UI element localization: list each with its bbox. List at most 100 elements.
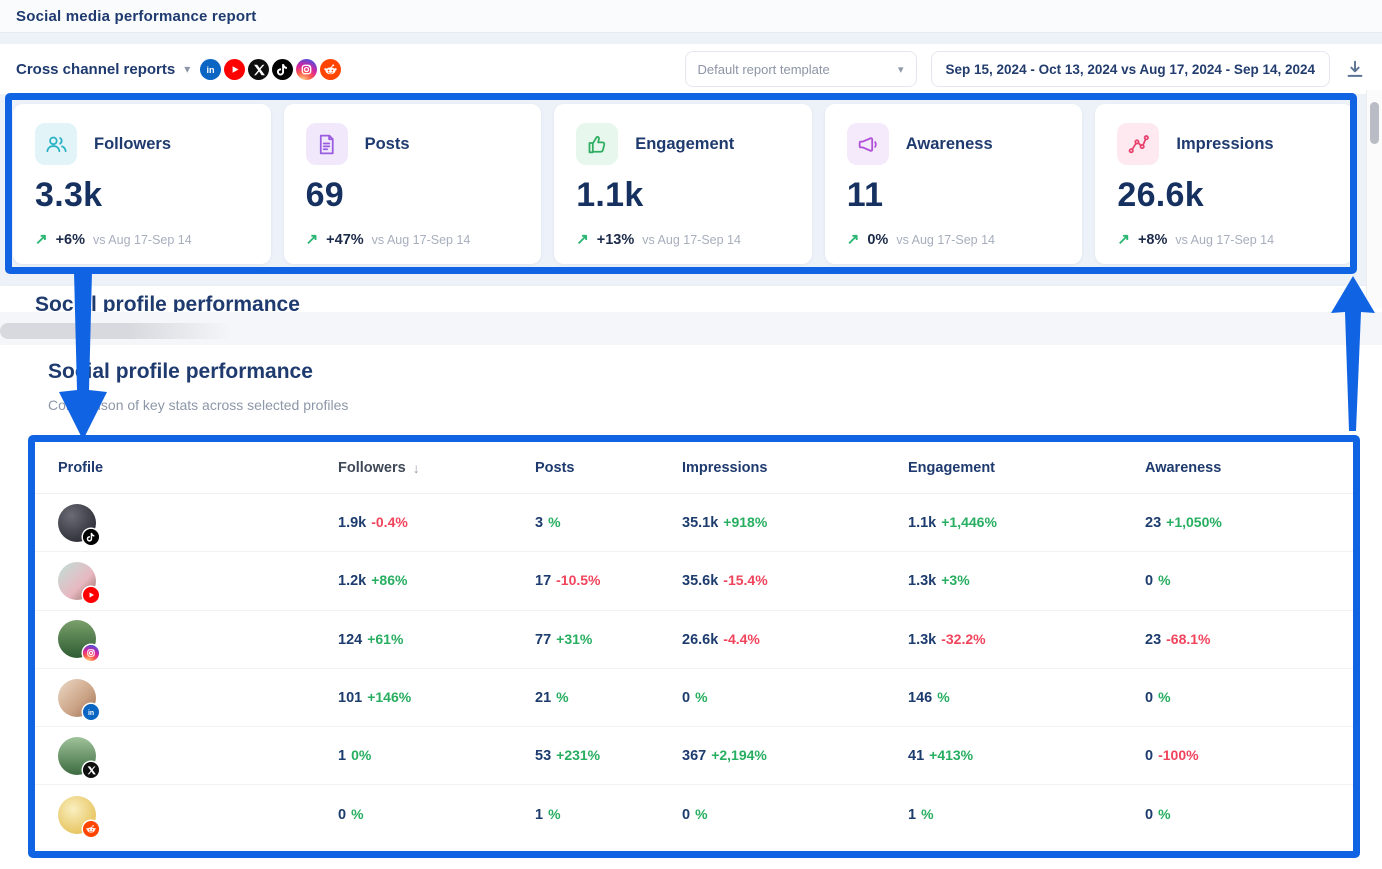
profile-avatar-x[interactable]	[58, 737, 96, 775]
profile-avatar-instagram[interactable]	[58, 620, 96, 658]
table-row-linkedin[interactable]: in101+146%21%0%146%0%	[35, 669, 1353, 727]
x-icon[interactable]	[248, 59, 269, 80]
table-body: 1.9k-0.4%3%35.1k+918%1.1k+1,446%23+1,050…	[35, 494, 1353, 844]
profile-avatar-reddit[interactable]	[58, 796, 96, 834]
section-heading: Social profile performance	[48, 360, 313, 384]
kpi-value: 1.1k	[576, 176, 790, 215]
reddit-icon	[83, 821, 99, 837]
table-row-tiktok[interactable]: 1.9k-0.4%3%35.1k+918%1.1k+1,446%23+1,050…	[35, 494, 1353, 552]
kpi-value: 11	[847, 176, 1061, 215]
metric-change: %	[695, 806, 707, 822]
top-title-bar: Social media performance report	[0, 0, 1382, 33]
table-header-row: ProfileFollowers↓PostsImpressionsEngagem…	[35, 442, 1353, 494]
metric-change: +146%	[367, 689, 411, 705]
metric-value: 0	[338, 807, 346, 823]
download-button[interactable]	[1344, 58, 1366, 80]
social-profile-performance-section: Social profile performance Comparison of…	[0, 345, 1382, 869]
download-icon	[1344, 58, 1366, 80]
metric-change: -10.5%	[556, 572, 600, 588]
chevron-down-icon[interactable]: ▾	[184, 62, 190, 76]
table-row-x[interactable]: 10%53+231%367+2,194%41+413%0-100%	[35, 727, 1353, 785]
report-template-value: Default report template	[698, 62, 830, 77]
metric-value: 0	[1145, 690, 1153, 706]
section-subtitle: Comparison of key stats across selected …	[48, 397, 348, 413]
metric-change: +413%	[929, 747, 973, 763]
table-row-reddit[interactable]: 0%1%0%1%0%	[35, 785, 1353, 843]
column-header-profile[interactable]: Profile	[58, 460, 338, 476]
reddit-icon[interactable]	[320, 59, 341, 80]
metric-value: 21	[535, 690, 551, 706]
metric-value: 0	[1145, 807, 1153, 823]
metric-change: +1,050%	[1166, 514, 1222, 530]
kpi-card-awareness[interactable]: Awareness 11 ↗ 0% vs Aug 17-Sep 14	[825, 104, 1083, 264]
metric-value: 1.1k	[908, 515, 936, 531]
youtube-icon[interactable]	[224, 59, 245, 80]
column-header-posts[interactable]: Posts	[535, 460, 682, 476]
profile-avatar-linkedin[interactable]: in	[58, 679, 96, 717]
metric-change: -100%	[1158, 747, 1198, 763]
metric-value: 41	[908, 748, 924, 764]
scrollbar-thumb[interactable]	[1370, 102, 1379, 144]
trend-up-arrow-icon: ↗	[847, 230, 860, 248]
metric-change: -32.2%	[941, 631, 985, 647]
metric-value: 0	[1145, 573, 1153, 589]
column-header-engagement[interactable]: Engagement	[908, 460, 1145, 476]
sort-descending-icon: ↓	[413, 460, 420, 476]
trend-up-arrow-icon: ↗	[35, 230, 48, 248]
svg-text:in: in	[88, 709, 94, 716]
svg-text:in: in	[207, 65, 215, 75]
metric-change: +918%	[723, 514, 767, 530]
metric-value: 17	[535, 573, 551, 589]
profile-avatar-youtube[interactable]	[58, 562, 96, 600]
metric-change: %	[548, 514, 560, 530]
kpi-card-impressions[interactable]: Impressions 26.6k ↗ +8% vs Aug 17-Sep 14	[1095, 104, 1353, 264]
metric-change: -68.1%	[1166, 631, 1210, 647]
kpi-compare-label: vs Aug 17-Sep 14	[93, 233, 192, 247]
kpi-card-followers[interactable]: Followers 3.3k ↗ +6% vs Aug 17-Sep 14	[13, 104, 271, 264]
linkedin-icon[interactable]: in	[200, 59, 221, 80]
kpi-card-posts[interactable]: Posts 69 ↗ +47% vs Aug 17-Sep 14	[284, 104, 542, 264]
trend-up-arrow-icon: ↗	[306, 230, 319, 248]
column-header-impressions[interactable]: Impressions	[682, 460, 908, 476]
instagram-icon[interactable]	[296, 59, 317, 80]
toolbar: Cross channel reports ▾ in Default repor…	[0, 44, 1382, 94]
youtube-icon	[83, 587, 99, 603]
metric-value: 1	[338, 748, 346, 764]
clipped-section-strip: Social profile performance	[0, 286, 1382, 312]
metric-value: 23	[1145, 632, 1161, 648]
column-header-followers[interactable]: Followers↓	[338, 460, 535, 476]
posts-icon	[306, 123, 348, 165]
metric-value: 0	[682, 807, 690, 823]
tiktok-icon	[83, 529, 99, 545]
metric-change: %	[1158, 689, 1170, 705]
instagram-icon	[83, 645, 99, 661]
table-row-youtube[interactable]: 1.2k+86%17-10.5%35.6k-15.4%1.3k+3%0%	[35, 552, 1353, 610]
kpi-card-engagement[interactable]: Engagement 1.1k ↗ +13% vs Aug 17-Sep 14	[554, 104, 812, 264]
metric-value: 0	[682, 690, 690, 706]
metric-change: %	[351, 806, 363, 822]
report-template-select[interactable]: Default report template ▾	[685, 51, 917, 87]
trend-up-arrow-icon: ↗	[1117, 230, 1130, 248]
metric-change: +1,446%	[941, 514, 997, 530]
metric-value: 35.6k	[682, 573, 718, 589]
date-range-value: Sep 15, 2024 - Oct 13, 2024 vs Aug 17, 2…	[946, 62, 1315, 77]
kpi-compare-label: vs Aug 17-Sep 14	[642, 233, 741, 247]
table-row-instagram[interactable]: 124+61%77+31%26.6k-4.4%1.3k-32.2%23-68.1…	[35, 611, 1353, 669]
scatter-network-icon	[1117, 123, 1159, 165]
metric-change: %	[556, 689, 568, 705]
cross-channel-reports-label[interactable]: Cross channel reports	[16, 61, 175, 78]
metric-change: +61%	[367, 631, 403, 647]
metric-change: %	[1158, 572, 1170, 588]
clipped-section-heading: Social profile performance	[35, 293, 300, 312]
metric-value: 26.6k	[682, 632, 718, 648]
column-header-awareness[interactable]: Awareness	[1145, 460, 1353, 476]
metric-value: 23	[1145, 515, 1161, 531]
metric-value: 3	[535, 515, 543, 531]
date-range-picker[interactable]: Sep 15, 2024 - Oct 13, 2024 vs Aug 17, 2…	[931, 51, 1330, 87]
metric-value: 1.3k	[908, 573, 936, 589]
metric-change: %	[548, 806, 560, 822]
kpi-change: +13%	[597, 232, 635, 248]
tiktok-icon[interactable]	[272, 59, 293, 80]
profile-avatar-tiktok[interactable]	[58, 504, 96, 542]
scrollbar-track[interactable]	[1366, 90, 1382, 308]
